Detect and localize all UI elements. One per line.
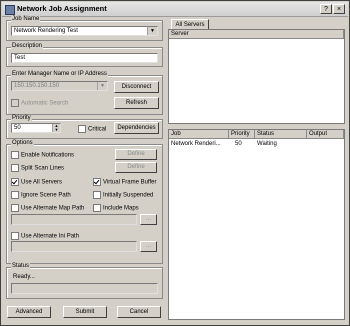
browse-ini-path-button[interactable]: ...	[140, 241, 157, 252]
job-name-dropdown[interactable]: Network Rendering Test ▼	[11, 26, 158, 36]
checkbox-box	[11, 204, 19, 212]
dependencies-button[interactable]: Dependencies	[114, 122, 159, 134]
initially-suspended-checkbox[interactable]: Initially Suspended	[93, 191, 153, 199]
job-name-cell: Network Renderi...	[171, 141, 221, 147]
alternate-ini-path-field[interactable]	[11, 241, 137, 252]
split-scan-lines-label: Split Scan Lines	[21, 165, 65, 172]
use-alternate-ini-path-checkbox[interactable]: Use Alternate Ini Path	[11, 232, 79, 240]
help-button[interactable]: ?	[320, 4, 332, 14]
checkbox-box	[93, 178, 101, 186]
job-priority-cell: 50	[235, 141, 242, 147]
virtual-frame-buffer-checkbox[interactable]: Virtual Frame Buffer	[93, 178, 156, 186]
checkbox-box	[11, 164, 19, 172]
output-column-header[interactable]: Output	[307, 130, 344, 139]
checkbox-box	[11, 99, 19, 107]
checkbox-box	[11, 232, 19, 240]
enable-notifications-checkbox[interactable]: Enable Notifications	[11, 151, 74, 159]
status-text: Ready...	[13, 274, 35, 280]
use-all-servers-checkbox[interactable]: Use All Servers	[11, 178, 62, 186]
checkbox-box	[11, 178, 19, 186]
priority-column-header[interactable]: Priority	[229, 130, 255, 139]
manager-label: Enter Manager Name or IP Address	[11, 71, 108, 77]
use-all-servers-label: Use All Servers	[21, 179, 63, 186]
include-maps-checkbox[interactable]: Include Maps	[93, 204, 139, 212]
servers-list[interactable]: Server	[168, 29, 345, 124]
status-label: Status	[11, 263, 31, 269]
define-notifications-button[interactable]: Define	[115, 149, 157, 160]
use-alternate-map-path-checkbox[interactable]: Use Alternate Map Path	[11, 204, 84, 212]
include-maps-label: Include Maps	[103, 205, 139, 212]
checkbox-box	[11, 191, 19, 199]
refresh-button[interactable]: Refresh	[114, 97, 159, 109]
spin-arrows-icon[interactable]: ▲ ▼	[52, 124, 60, 132]
use-alternate-map-path-label: Use Alternate Map Path	[21, 205, 85, 212]
virtual-frame-buffer-label: Virtual Frame Buffer	[103, 179, 157, 186]
use-alternate-ini-path-label: Use Alternate Ini Path	[21, 233, 80, 240]
submit-button[interactable]: Submit	[63, 306, 107, 318]
app-icon	[5, 5, 15, 15]
table-row[interactable]: Network Renderi... 50 Waiting	[169, 140, 344, 148]
server-column-header[interactable]: Server	[169, 30, 344, 39]
job-name-label: Job Name	[11, 16, 41, 22]
critical-label: Critical	[88, 126, 107, 133]
manager-address-field[interactable]: 150.150.150.150 ▼	[11, 81, 108, 91]
split-scan-lines-checkbox[interactable]: Split Scan Lines	[11, 164, 64, 172]
checkbox-box	[78, 125, 86, 133]
jobs-list[interactable]: Job Priority Status Output Network Rende…	[168, 129, 345, 320]
description-field[interactable]: Test	[11, 53, 158, 63]
checkbox-box	[11, 151, 19, 159]
cancel-button[interactable]: Cancel	[117, 306, 161, 318]
define-scan-lines-button[interactable]: Define	[115, 162, 157, 173]
status-progress-bar	[11, 283, 158, 294]
job-name-value: Network Rendering Test	[14, 28, 78, 34]
disconnect-button[interactable]: Disconnect	[114, 81, 159, 93]
automatic-search-checkbox[interactable]: Automatic Search	[11, 99, 68, 107]
advanced-button[interactable]: Advanced	[7, 306, 51, 318]
chevron-down-icon: ▼	[97, 82, 107, 90]
ignore-scene-path-label: Ignore Scene Path	[21, 192, 71, 199]
priority-label: Priority	[11, 115, 32, 121]
checkbox-box	[93, 204, 101, 212]
checkbox-box	[93, 191, 101, 199]
priority-stepper[interactable]: 50 ▲ ▼	[11, 123, 61, 133]
critical-checkbox[interactable]: Critical	[78, 125, 106, 133]
window-title: Network Job Assignment	[17, 4, 107, 13]
close-button[interactable]: ×	[333, 4, 345, 14]
ignore-scene-path-checkbox[interactable]: Ignore Scene Path	[11, 191, 71, 199]
job-column-header[interactable]: Job	[169, 130, 229, 139]
job-status-cell: Waiting	[257, 141, 277, 147]
status-column-header[interactable]: Status	[255, 130, 307, 139]
initially-suspended-label: Initially Suspended	[103, 192, 154, 199]
network-job-assignment-window: Network Job Assignment ? × Job Name Netw…	[0, 0, 350, 326]
browse-map-path-button[interactable]: ...	[140, 214, 157, 225]
manager-address-value: 150.150.150.150	[14, 83, 60, 89]
enable-notifications-label: Enable Notifications	[21, 152, 75, 159]
priority-value: 50	[14, 125, 21, 131]
alternate-map-path-field[interactable]	[11, 214, 137, 225]
options-label: Options	[11, 140, 34, 146]
chevron-down-icon[interactable]: ▼	[147, 27, 157, 35]
title-bar[interactable]: Network Job Assignment ? ×	[2, 2, 348, 17]
automatic-search-label: Automatic Search	[21, 100, 69, 107]
description-label: Description	[11, 43, 44, 49]
